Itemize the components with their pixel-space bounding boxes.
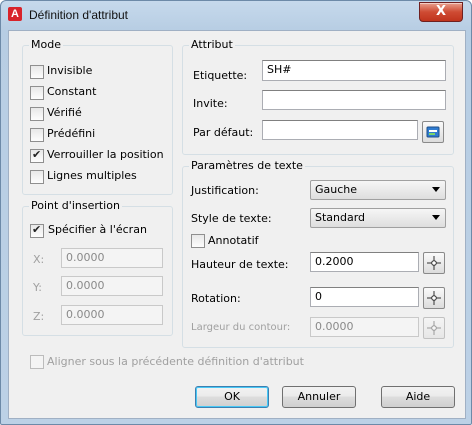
contour-width-pick-button[interactable] xyxy=(423,317,445,339)
contour-width-label: Largeur du contour: xyxy=(191,322,291,333)
mode-group-title: Mode xyxy=(29,38,63,51)
y-field[interactable]: 0.0000 xyxy=(61,276,163,296)
specify-on-screen-label: Spécifier à l'écran xyxy=(48,223,147,236)
crosshair-pick-icon xyxy=(427,256,441,270)
text-height-label: Hauteur de texte: xyxy=(191,258,289,271)
invite-label: Invite: xyxy=(193,97,228,110)
rotation-field[interactable]: 0 xyxy=(310,287,419,307)
text-style-value: Standard xyxy=(315,211,366,224)
attribut-group-title: Attribut xyxy=(189,38,235,51)
mode-checkbox[interactable] xyxy=(30,65,44,79)
autocad-app-icon: A xyxy=(8,7,22,21)
mode-checkbox[interactable] xyxy=(30,148,44,163)
insertion-group-title: Point d'insertion xyxy=(29,199,122,212)
rotation-pick-button[interactable] xyxy=(423,287,445,309)
text-height-pick-button[interactable] xyxy=(423,252,445,274)
align-below-checkbox[interactable] xyxy=(30,355,44,369)
mode-checkbox[interactable] xyxy=(30,107,44,121)
specify-on-screen-checkbox[interactable] xyxy=(30,223,44,238)
y-label: Y: xyxy=(33,281,42,294)
justification-dropdown[interactable]: Gauche xyxy=(310,180,446,200)
default-value-label: Par défaut: xyxy=(193,126,254,139)
mode-option-label: Invisible xyxy=(47,64,93,77)
mode-checkbox[interactable] xyxy=(30,86,44,100)
rotation-label: Rotation: xyxy=(191,292,241,305)
justification-label: Justification: xyxy=(191,184,259,197)
ok-button[interactable]: OK xyxy=(195,386,269,408)
z-label: Z: xyxy=(33,310,45,323)
dialog-window: A Définition d'attribut X Mode Invisible… xyxy=(0,0,472,425)
align-below-label: Aligner sous la précédente définition d'… xyxy=(47,355,304,368)
close-icon: X xyxy=(435,4,447,19)
x-field[interactable]: 0.0000 xyxy=(61,248,163,268)
z-field[interactable]: 0.0000 xyxy=(61,305,163,325)
insert-field-icon xyxy=(426,126,440,138)
title-bar[interactable]: A Définition d'attribut X xyxy=(1,1,471,29)
default-value-field[interactable] xyxy=(262,120,418,140)
dialog-client-area: Mode Invisible Constant Vérifié Prédéfini Ve… xyxy=(8,30,466,419)
crosshair-pick-icon xyxy=(427,321,441,335)
cancel-button[interactable]: Annuler xyxy=(282,386,356,408)
mode-option-label: Lignes multiples xyxy=(47,169,137,182)
close-button[interactable]: X xyxy=(419,2,463,22)
chevron-down-icon xyxy=(432,215,440,220)
annotatif-label: Annotatif xyxy=(208,234,259,247)
window-title: Définition d'attribut xyxy=(29,8,129,22)
etiquette-field[interactable]: SH# xyxy=(262,60,446,81)
x-label: X: xyxy=(33,253,45,266)
annotatif-checkbox[interactable] xyxy=(191,234,205,248)
mode-checkbox[interactable] xyxy=(30,170,44,184)
mode-option-label: Prédéfini xyxy=(47,127,96,140)
invite-field[interactable] xyxy=(262,90,446,110)
crosshair-pick-icon xyxy=(427,291,441,305)
text-style-label: Style de texte: xyxy=(191,212,272,225)
mode-option-label: Constant xyxy=(47,85,97,98)
help-button[interactable]: Aide xyxy=(381,386,455,408)
text-style-dropdown[interactable]: Standard xyxy=(310,208,446,228)
mode-option-label: Verrouiller la position xyxy=(47,148,164,161)
mode-option-label: Vérifié xyxy=(47,106,82,119)
mode-checkbox[interactable] xyxy=(30,128,44,142)
etiquette-label: Etiquette: xyxy=(193,69,248,82)
justification-value: Gauche xyxy=(315,183,358,196)
text-height-field[interactable]: 0.2000 xyxy=(310,252,419,272)
contour-width-field[interactable]: 0.0000 xyxy=(310,317,419,337)
chevron-down-icon xyxy=(432,187,440,192)
insert-field-button[interactable] xyxy=(422,121,444,143)
text-params-group-title: Paramètres de texte xyxy=(189,159,305,172)
